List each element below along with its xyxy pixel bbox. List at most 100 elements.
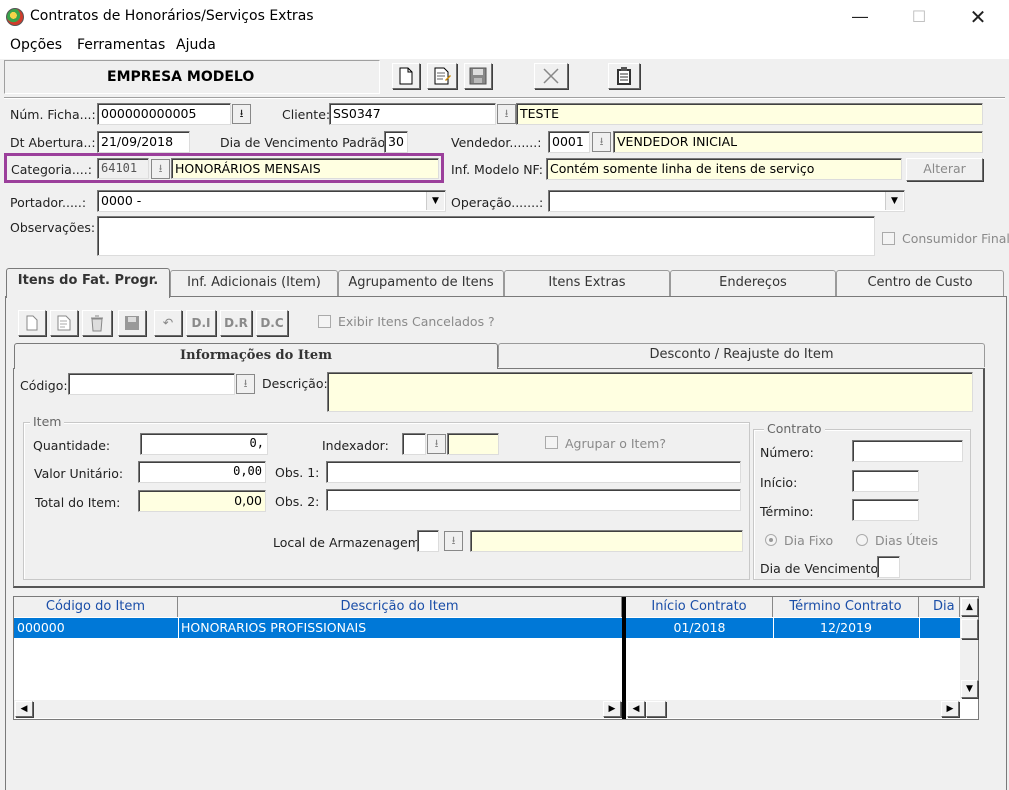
subtab-desconto-reajuste[interactable]: Desconto / Reajuste do Item <box>498 343 985 367</box>
portador-label: Portador.....: <box>10 195 87 210</box>
cancel-button[interactable] <box>534 63 568 89</box>
dia-vencimento-input[interactable] <box>877 556 900 578</box>
trash-icon <box>91 315 103 332</box>
tab-itens-fat-progr[interactable]: Itens do Fat. Progr. <box>6 268 170 298</box>
tab-centro-custo[interactable]: Centro de Custo <box>836 270 1004 296</box>
dia-fixo-radio[interactable] <box>765 534 777 546</box>
local-lookup-icon[interactable]: ⭳ <box>444 531 463 551</box>
scroll-up-icon[interactable]: ▲ <box>961 598 978 616</box>
dias-uteis-radio[interactable] <box>856 534 868 546</box>
codigo-lookup-icon[interactable]: ⭳ <box>236 374 255 394</box>
dt-abertura-label: Dt Abertura..: <box>10 135 96 150</box>
dr-button[interactable]: D.R <box>220 310 252 336</box>
scroll-right-icon[interactable]: ▶ <box>941 701 959 717</box>
col-descricao-item[interactable]: Descrição do Item <box>178 597 622 617</box>
num-ficha-lookup-icon[interactable]: ⭳ <box>232 104 251 124</box>
horizontal-scrollbar-right[interactable] <box>626 700 960 718</box>
undo-icon[interactable]: ↶ <box>154 310 182 336</box>
codigo-label: Código: <box>20 378 68 393</box>
menu-ajuda[interactable]: Ajuda <box>176 37 216 53</box>
cancel-x-icon <box>543 68 559 84</box>
num-ficha-input[interactable]: 000000000005 <box>97 103 231 125</box>
alterar-button[interactable]: Alterar <box>906 158 983 181</box>
dia-venc-padrao-label: Dia de Vencimento Padrão: <box>220 135 390 150</box>
menu-opcoes[interactable]: Opções <box>10 37 62 53</box>
tab-inf-adicionais[interactable]: Inf. Adicionais (Item) <box>170 270 338 296</box>
categoria-lookup-icon[interactable]: ⭳ <box>151 159 170 179</box>
quantidade-label: Quantidade: <box>33 438 111 453</box>
portador-select[interactable]: 0000 - <box>97 190 446 212</box>
vendedor-code-input[interactable]: 0001 <box>548 131 590 153</box>
dc-button[interactable]: D.C <box>256 310 288 336</box>
edit-document-icon <box>434 67 451 85</box>
obs1-input[interactable] <box>326 461 741 483</box>
horizontal-scrollbar-left[interactable] <box>14 700 622 718</box>
termino-input[interactable] <box>852 499 919 521</box>
consumidor-final-checkbox[interactable] <box>882 232 895 245</box>
portador-chevron-down-icon[interactable]: ▼ <box>426 192 444 210</box>
col-termino-contrato[interactable]: Término Contrato <box>773 597 919 617</box>
exibir-cancelados-checkbox[interactable] <box>318 315 331 328</box>
item-save-button[interactable] <box>118 310 146 336</box>
cell-inicio: 01/2018 <box>673 620 726 635</box>
dias-uteis-label: Dias Úteis <box>875 533 938 548</box>
menu-ferramentas[interactable]: Ferramentas <box>77 37 165 53</box>
vendedor-lookup-icon[interactable]: ⭳ <box>592 132 611 152</box>
categoria-name-field: HONORÁRIOS MENSAIS <box>171 158 439 179</box>
col-inicio-contrato[interactable]: Início Contrato <box>626 597 773 617</box>
observacoes-textarea[interactable] <box>97 216 875 256</box>
quantidade-input[interactable]: 0, <box>140 433 268 455</box>
scroll-thumb-h[interactable] <box>646 701 666 717</box>
agrupar-item-checkbox[interactable] <box>545 436 558 449</box>
operacao-chevron-down-icon[interactable]: ▼ <box>885 192 903 210</box>
tab-agrupamento-itens[interactable]: Agrupamento de Itens <box>338 270 504 296</box>
minimize-icon[interactable]: ― <box>837 4 883 30</box>
dt-abertura-input[interactable]: 21/09/2018 <box>97 131 190 153</box>
indexador-label: Indexador: <box>322 438 389 453</box>
scroll-right-icon[interactable]: ▶ <box>603 701 621 717</box>
scroll-left-icon[interactable]: ◀ <box>15 701 33 717</box>
cell-divider <box>773 618 774 638</box>
new-document-icon <box>399 67 413 85</box>
save-button[interactable] <box>464 63 492 89</box>
edit-button[interactable] <box>427 63 457 89</box>
obs2-input[interactable] <box>326 489 741 511</box>
report-button[interactable] <box>608 63 640 89</box>
tab-enderecos[interactable]: Endereços <box>670 270 836 296</box>
cliente-lookup-icon[interactable]: ⭳ <box>497 104 516 124</box>
col-codigo-item[interactable]: Código do Item <box>14 597 178 617</box>
inicio-input[interactable] <box>852 470 919 492</box>
operacao-select[interactable] <box>548 190 905 212</box>
codigo-input[interactable] <box>68 373 235 395</box>
new-button[interactable] <box>392 63 420 89</box>
item-delete-button[interactable] <box>82 310 112 336</box>
inicio-label: Início: <box>760 475 798 490</box>
cliente-code-input[interactable]: SS0347 <box>329 103 496 125</box>
agrupar-item-label: Agrupar o Item? <box>565 436 666 451</box>
scroll-down-icon[interactable]: ▼ <box>961 680 978 698</box>
indexador-lookup-icon[interactable]: ⭳ <box>427 434 446 454</box>
maximize-icon[interactable]: ☐ <box>896 4 942 30</box>
tab-itens-extras[interactable]: Itens Extras <box>504 270 670 296</box>
scroll-left-icon[interactable]: ◀ <box>627 701 645 717</box>
num-ficha-label: Núm. Ficha...: <box>10 107 96 122</box>
dia-venc-padrao-input[interactable]: 30 <box>384 131 408 153</box>
subtab-informacoes-item[interactable]: Informações do Item <box>14 343 498 369</box>
valor-unitario-input[interactable]: 0,00 <box>138 461 266 483</box>
numero-input[interactable] <box>852 440 963 462</box>
col-dia-vencimento[interactable]: Dia V <box>919 597 960 617</box>
indexador-input[interactable] <box>402 433 426 455</box>
edit-document-icon <box>57 315 71 331</box>
scroll-thumb[interactable] <box>961 619 978 639</box>
local-armazenagem-input[interactable] <box>417 530 439 552</box>
close-icon[interactable]: ✕ <box>955 4 1001 30</box>
di-button[interactable]: D.I <box>186 310 216 336</box>
item-edit-button[interactable] <box>50 310 78 336</box>
indexador-name-field <box>447 433 499 455</box>
item-new-button[interactable] <box>18 310 46 336</box>
clipboard-icon <box>617 67 631 85</box>
vendedor-name-field: VENDEDOR INICIAL <box>613 131 983 153</box>
numero-label: Número: <box>760 445 814 460</box>
valor-unitario-label: Valor Unitário: <box>34 466 124 481</box>
categoria-code-input[interactable]: 64101 <box>97 158 149 179</box>
